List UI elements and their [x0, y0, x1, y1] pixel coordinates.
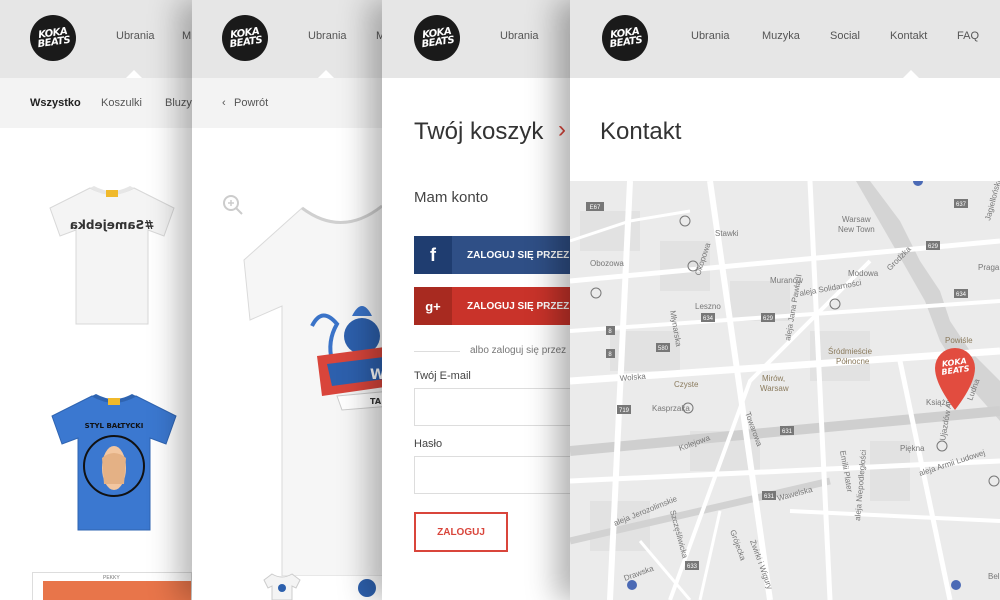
- nav-muzyka[interactable]: Muzyka: [762, 30, 800, 42]
- facebook-login-button[interactable]: f ZALOGUJ SIĘ PRZEZ F: [414, 236, 570, 274]
- subnav-bluzy[interactable]: Bluzy: [165, 97, 192, 109]
- nav-kontakt[interactable]: Kontakt: [890, 30, 927, 42]
- svg-text:Powiśle: Powiśle: [945, 336, 973, 345]
- detail-subnav: ‹ Powrót: [192, 78, 382, 128]
- product-tshirt-blue[interactable]: STYL BAŁTYCKI: [44, 388, 184, 538]
- svg-text:Północne: Północne: [836, 357, 870, 366]
- product-card-label: PEKKY: [103, 575, 120, 581]
- google-plus-icon: g+: [414, 287, 452, 325]
- svg-text:Mirów,: Mirów,: [762, 374, 785, 383]
- svg-text:Obozowa: Obozowa: [590, 259, 624, 268]
- chevron-right-icon: ›: [558, 116, 566, 143]
- svg-text:Śródmieście: Śródmieście: [828, 347, 873, 356]
- svg-text:634: 634: [703, 316, 714, 322]
- cart-login-panel: KOKA BEATS Ubrania Twój koszyk › Mam kon…: [382, 0, 570, 600]
- email-label: Twój E-mail: [414, 370, 471, 382]
- svg-text:Piękna: Piękna: [900, 444, 925, 453]
- contact-map[interactable]: E67 634 629 580 8 8 629 637 719 631 631 …: [570, 181, 1000, 600]
- svg-text:W: W: [370, 367, 382, 383]
- svg-text:Leszno: Leszno: [695, 302, 721, 311]
- password-label: Hasło: [414, 438, 443, 450]
- product-list-panel: KOKA BEATS Ubrania M Wszystko Koszulki B…: [0, 0, 192, 600]
- svg-text:Praga: Praga: [978, 263, 1000, 272]
- login-button[interactable]: ZALOGUJ: [414, 512, 508, 552]
- nav-faq[interactable]: FAQ: [957, 30, 979, 42]
- svg-text:Czyste: Czyste: [674, 380, 699, 389]
- top-navigation: KOKA BEATS Ubrania: [382, 0, 570, 78]
- facebook-icon: f: [414, 236, 452, 274]
- tshirt-print-text: STYL BAŁTYCKI: [85, 422, 144, 430]
- page-title: Kontakt: [600, 118, 682, 145]
- zoom-in-icon[interactable]: [222, 194, 244, 216]
- svg-text:E67: E67: [590, 205, 601, 211]
- svg-text:Bel: Bel: [988, 572, 1000, 581]
- active-nav-caret: [318, 70, 334, 78]
- koka-beats-logo[interactable]: KOKA BEATS: [414, 15, 460, 61]
- svg-text:New Town: New Town: [838, 225, 875, 234]
- top-navigation: KOKA BEATS Ubrania Muzyka Social Kontakt…: [570, 0, 1000, 78]
- contact-panel: KOKA BEATS Ubrania Muzyka Social Kontakt…: [570, 0, 1000, 600]
- password-field[interactable]: [414, 456, 570, 494]
- product-detail-panel: KOKA BEATS Ubrania M ‹ Powrót W TA: [192, 0, 382, 600]
- active-nav-caret: [126, 70, 142, 78]
- svg-text:Stawki: Stawki: [715, 229, 739, 238]
- nav-muzyka-partial[interactable]: M: [182, 30, 191, 42]
- nav-ubrania[interactable]: Ubrania: [691, 30, 730, 42]
- svg-text:Modowa: Modowa: [848, 269, 879, 278]
- svg-text:580: 580: [658, 346, 669, 352]
- svg-text:629: 629: [928, 244, 939, 250]
- svg-text:Warsaw: Warsaw: [842, 215, 871, 224]
- svg-text:631: 631: [764, 494, 775, 500]
- top-navigation: KOKA BEATS Ubrania M: [0, 0, 192, 78]
- svg-text:629: 629: [763, 316, 774, 322]
- svg-text:Warsaw: Warsaw: [760, 384, 789, 393]
- google-login-button[interactable]: g+ ZALOGUJ SIĘ PRZEZ G: [414, 287, 570, 325]
- product-card-partial[interactable]: PEKKY: [32, 572, 192, 600]
- google-login-label: ZALOGUJ SIĘ PRZEZ G: [452, 287, 570, 325]
- category-subnav: Wszystko Koszulki Bluzy: [0, 78, 192, 128]
- svg-text:TA: TA: [370, 397, 382, 406]
- product-thumbnail[interactable]: [352, 574, 382, 600]
- page-title: Twój koszyk: [414, 118, 544, 145]
- back-link[interactable]: Powrót: [234, 97, 268, 109]
- koka-beats-logo[interactable]: KOKA BEATS: [602, 15, 648, 61]
- back-chevron-icon[interactable]: ‹: [222, 97, 226, 109]
- subnav-wszystko[interactable]: Wszystko: [30, 97, 81, 109]
- divider-line: [414, 351, 460, 352]
- svg-text:633: 633: [687, 564, 698, 570]
- svg-text:719: 719: [619, 408, 630, 414]
- nav-ubrania[interactable]: Ubrania: [500, 30, 539, 42]
- product-tshirt-white[interactable]: #Samejebka: [42, 180, 182, 330]
- product-thumbnail[interactable]: [262, 570, 302, 600]
- nav-ubrania[interactable]: Ubrania: [308, 30, 347, 42]
- email-field[interactable]: [414, 388, 570, 426]
- top-navigation: KOKA BEATS Ubrania M: [192, 0, 382, 78]
- product-image-large[interactable]: W TA: [242, 196, 382, 576]
- svg-text:631: 631: [782, 429, 793, 435]
- subnav-koszulki[interactable]: Koszulki: [101, 97, 142, 109]
- koka-beats-logo[interactable]: KOKA BEATS: [30, 15, 76, 61]
- svg-text:637: 637: [956, 202, 967, 208]
- nav-social[interactable]: Social: [830, 30, 860, 42]
- map-pin-icon[interactable]: KOKA BEATS: [935, 348, 975, 410]
- facebook-login-label: ZALOGUJ SIĘ PRZEZ F: [452, 236, 570, 274]
- svg-text:634: 634: [956, 292, 967, 298]
- nav-ubrania[interactable]: Ubrania: [116, 30, 155, 42]
- tshirt-print-text: #Samejebka: [70, 218, 154, 232]
- have-account-heading: Mam konto: [414, 189, 489, 206]
- koka-beats-logo[interactable]: KOKA BEATS: [222, 15, 268, 61]
- active-nav-caret: [903, 70, 919, 78]
- divider-text: albo zaloguj się przez: [470, 345, 567, 356]
